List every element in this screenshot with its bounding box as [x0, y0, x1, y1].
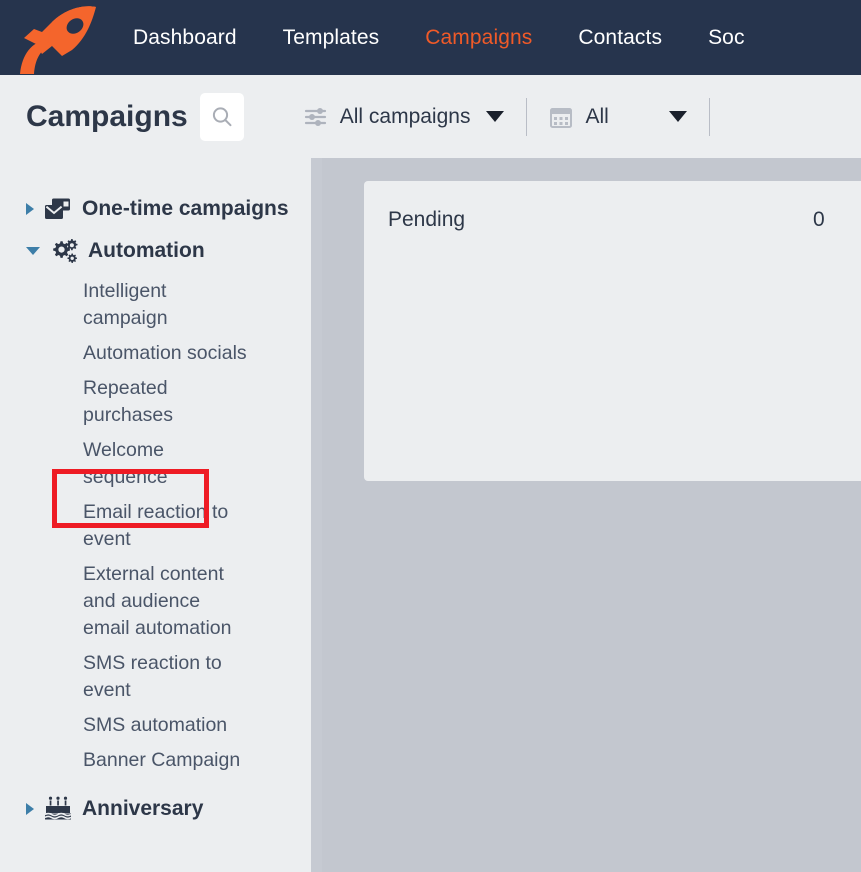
sidebar-group-anniversary[interactable]: Anniversary — [0, 792, 311, 826]
rocket-logo[interactable] — [0, 0, 110, 75]
filter-date-range-label: All — [585, 104, 609, 128]
pending-card: Pending 0 — [364, 181, 861, 481]
search-button[interactable] — [199, 92, 244, 141]
separator — [526, 97, 528, 136]
nav-link-templates[interactable]: Templates — [260, 0, 403, 75]
page-subheader: Campaigns All campaigns All — [0, 75, 861, 158]
sliders-icon — [304, 107, 326, 126]
sidebar-item-banner-campaign[interactable]: Banner Campaign — [0, 743, 260, 778]
sidebar-group-label: One-time campaigns — [82, 197, 289, 220]
sidebar-item-automation-socials[interactable]: Automation socials — [0, 336, 260, 371]
top-navbar: Dashboard Templates Campaigns Contacts S… — [0, 0, 861, 75]
sidebar-subitem-list: Intelligent campaign Automation socials … — [0, 274, 311, 778]
filter-all-campaigns[interactable]: All campaigns — [304, 105, 505, 129]
birthday-cake-icon — [44, 796, 72, 822]
sidebar-item-email-reaction-to-event[interactable]: Email reaction to event — [0, 495, 260, 557]
search-icon — [212, 106, 232, 126]
sidebar-item-external-content-and-audience-email-automation[interactable]: External content and audience email auto… — [0, 557, 260, 646]
pending-value: 0 — [813, 208, 825, 231]
content-area: Pending 0 — [322, 158, 861, 872]
sidebar-group-label: Automation — [88, 239, 205, 262]
chevron-right-icon[interactable] — [26, 803, 34, 815]
chevron-right-icon[interactable] — [26, 203, 34, 215]
page-title: Campaigns — [26, 99, 188, 133]
sidebar: One-time campaigns Automation Intelligen… — [0, 158, 311, 872]
rocket-logo-svg — [20, 5, 96, 74]
filter-all-campaigns-label: All campaigns — [339, 104, 471, 128]
chevron-down-icon[interactable] — [486, 111, 505, 122]
nav-link-contacts[interactable]: Contacts — [555, 0, 685, 75]
nav-link-social[interactable]: Soc — [685, 0, 768, 75]
sidebar-item-welcome-sequence[interactable]: Welcome sequence — [0, 433, 260, 495]
sidebar-group-one-time-campaigns[interactable]: One-time campaigns — [0, 192, 311, 226]
nav-link-dashboard[interactable]: Dashboard — [110, 0, 260, 75]
chevron-down-icon[interactable] — [668, 111, 687, 122]
gears-icon — [50, 238, 78, 264]
sidebar-item-intelligent-campaign[interactable]: Intelligent campaign — [0, 274, 260, 336]
sidebar-scrollbar[interactable] — [311, 158, 322, 872]
sidebar-item-sms-reaction-to-event[interactable]: SMS reaction to event — [0, 646, 260, 708]
pending-label: Pending — [388, 208, 466, 231]
nav-link-campaigns[interactable]: Campaigns — [402, 0, 555, 75]
sidebar-item-repeated-purchases[interactable]: Repeated purchases — [0, 371, 260, 433]
separator — [708, 97, 710, 136]
chevron-down-icon[interactable] — [26, 247, 40, 255]
sidebar-group-automation[interactable]: Automation — [0, 234, 311, 268]
envelope-card-icon — [44, 196, 72, 222]
filter-date-range[interactable]: All — [549, 104, 687, 129]
sidebar-group-label: Anniversary — [82, 797, 204, 820]
sidebar-item-sms-automation[interactable]: SMS automation — [0, 708, 260, 743]
calendar-icon — [550, 107, 573, 128]
